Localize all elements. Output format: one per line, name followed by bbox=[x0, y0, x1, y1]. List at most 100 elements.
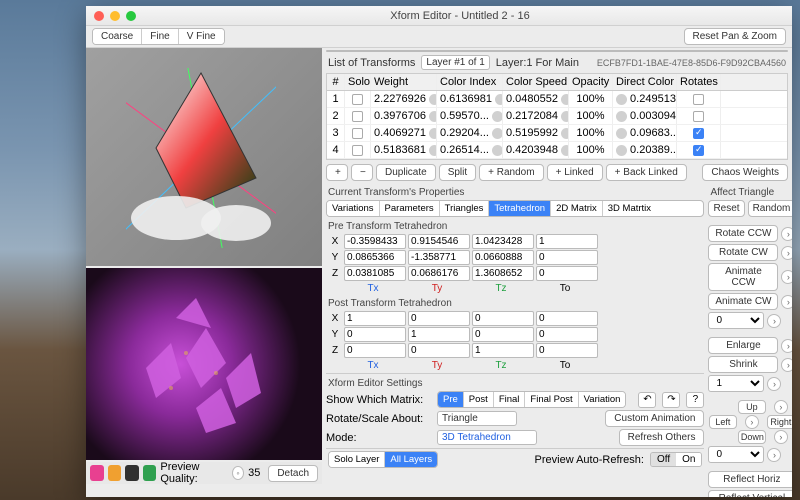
duplicate-button[interactable]: Duplicate bbox=[376, 164, 436, 181]
quality-stepper[interactable]: ◦ bbox=[232, 466, 244, 480]
palette-icon-1[interactable] bbox=[90, 465, 104, 481]
matrix-cell[interactable] bbox=[344, 311, 406, 326]
animate-ccw-button[interactable]: Animate CCW bbox=[708, 263, 778, 291]
palette-icon-4[interactable] bbox=[143, 465, 157, 481]
move-down-button[interactable]: Down bbox=[738, 430, 766, 444]
stepper-icon[interactable]: › bbox=[781, 227, 792, 241]
matrix-cell[interactable] bbox=[408, 266, 470, 281]
matrix-cell[interactable] bbox=[408, 250, 470, 265]
col-colorspeed[interactable]: Color Speed bbox=[503, 74, 569, 90]
footer-solo-layer[interactable]: Solo Layer bbox=[329, 452, 385, 467]
animate-cw-button[interactable]: Animate CW bbox=[708, 293, 778, 310]
move-left-button[interactable]: Left bbox=[709, 415, 737, 429]
col-weight[interactable]: Weight bbox=[371, 74, 437, 90]
table-row[interactable]: 30.4069271 0.29204... 0.5195992 100% 0.0… bbox=[327, 125, 787, 142]
matrix-cell[interactable] bbox=[408, 327, 470, 342]
col-num[interactable]: # bbox=[327, 74, 345, 90]
help-icon[interactable]: ? bbox=[686, 392, 704, 408]
col-solo[interactable]: Solo bbox=[345, 74, 371, 90]
autorefresh-toggle[interactable]: Off On bbox=[650, 452, 703, 467]
affect-reset[interactable]: Reset bbox=[708, 200, 744, 217]
palette-icon-2[interactable] bbox=[108, 465, 122, 481]
table-row[interactable]: 12.2276926 0.6136981 0.0480552 100% 0.24… bbox=[327, 91, 787, 108]
reset-pan-zoom-button[interactable]: Reset Pan & Zoom bbox=[684, 28, 786, 45]
tab-designer[interactable]: Designer bbox=[659, 51, 723, 52]
remove-button[interactable]: − bbox=[351, 164, 373, 181]
random-button[interactable]: + Random bbox=[479, 164, 543, 181]
matrix-cell[interactable] bbox=[408, 234, 470, 249]
tab-viewport[interactable]: Viewport bbox=[531, 51, 595, 52]
show-post[interactable]: Post bbox=[464, 392, 494, 407]
tab-transforms[interactable]: Transforms bbox=[327, 51, 391, 52]
backlinked-button[interactable]: + Back Linked bbox=[606, 164, 687, 181]
footer-all-layers[interactable]: All Layers bbox=[385, 452, 437, 467]
zoom-fine[interactable]: Fine bbox=[142, 29, 178, 44]
matrix-cell[interactable] bbox=[536, 327, 598, 342]
matrix-cell[interactable] bbox=[408, 343, 470, 358]
shrink-button[interactable]: Shrink bbox=[708, 356, 778, 373]
move-right-button[interactable]: Right bbox=[767, 415, 792, 429]
matrix-cell[interactable] bbox=[472, 311, 534, 326]
matrix-cell[interactable] bbox=[344, 327, 406, 342]
enlarge-button[interactable]: Enlarge bbox=[708, 337, 778, 354]
reflect-vert-button[interactable]: Reflect Vertical bbox=[708, 490, 792, 497]
tab-composites[interactable]: Composites bbox=[724, 51, 787, 52]
col-rotates[interactable]: Rotates bbox=[677, 74, 721, 90]
col-directcolor[interactable]: Direct Color bbox=[613, 74, 677, 90]
move-value-select[interactable]: 0 bbox=[708, 446, 764, 463]
matrix-cell[interactable] bbox=[472, 250, 534, 265]
scale-value-select[interactable]: 1 bbox=[708, 375, 764, 392]
rotate-about-select[interactable]: Triangle bbox=[437, 411, 517, 426]
rotate-value-select[interactable]: 0 bbox=[708, 312, 764, 329]
mode-select[interactable]: 3D Tetrahedron bbox=[437, 430, 537, 445]
move-up-button[interactable]: Up bbox=[738, 400, 766, 414]
matrix-cell[interactable] bbox=[536, 234, 598, 249]
show-final[interactable]: Final bbox=[494, 392, 526, 407]
matrix-cell[interactable] bbox=[344, 266, 406, 281]
subtab-parameters[interactable]: Parameters bbox=[380, 201, 440, 216]
palette-icon-3[interactable] bbox=[125, 465, 139, 481]
subtab-tetrahedron[interactable]: Tetrahedron bbox=[489, 201, 551, 216]
matrix-cell[interactable] bbox=[472, 234, 534, 249]
rotate-ccw-button[interactable]: Rotate CCW bbox=[708, 225, 778, 242]
matrix-cell[interactable] bbox=[472, 266, 534, 281]
custom-animation-button[interactable]: Custom Animation bbox=[605, 410, 704, 427]
close-icon[interactable] bbox=[94, 11, 104, 21]
linked-button[interactable]: + Linked bbox=[547, 164, 603, 181]
detach-button[interactable]: Detach bbox=[268, 465, 318, 482]
matrix-cell[interactable] bbox=[536, 343, 598, 358]
zoom-vfine[interactable]: V Fine bbox=[179, 29, 224, 44]
col-opacity[interactable]: Opacity bbox=[569, 74, 613, 90]
subtab-3dmatrix[interactable]: 3D Matrtix bbox=[603, 201, 656, 216]
matrix-cell[interactable] bbox=[472, 343, 534, 358]
show-finalpost[interactable]: Final Post bbox=[525, 392, 578, 407]
table-row[interactable]: 20.3976706 0.59570... 0.2172084 100% 0.0… bbox=[327, 108, 787, 125]
matrix-cell[interactable] bbox=[344, 234, 406, 249]
reflect-horiz-button[interactable]: Reflect Horiz bbox=[708, 471, 792, 488]
show-pre[interactable]: Pre bbox=[438, 392, 464, 407]
col-colorindex[interactable]: Color Index bbox=[437, 74, 503, 90]
matrix-cell[interactable] bbox=[536, 266, 598, 281]
matrix-cell[interactable] bbox=[536, 250, 598, 265]
add-button[interactable]: + bbox=[326, 164, 348, 181]
tab-final-xforms[interactable]: Final Xforms bbox=[391, 51, 456, 52]
matrix-cell[interactable] bbox=[472, 327, 534, 342]
tab-flam3[interactable]: Flam3 bbox=[595, 51, 659, 52]
matrix-cell[interactable] bbox=[344, 250, 406, 265]
layer-dropdown[interactable]: Layer #1 of 1 bbox=[421, 55, 489, 70]
redo-icon[interactable]: ↷ bbox=[662, 392, 680, 408]
table-row[interactable]: 40.5183681 0.26514... 0.4203948 100% 0.2… bbox=[327, 142, 787, 159]
refresh-others-button[interactable]: Refresh Others bbox=[619, 429, 705, 446]
zoom-coarse[interactable]: Coarse bbox=[93, 29, 142, 44]
matrix-cell[interactable] bbox=[536, 311, 598, 326]
subtab-variations[interactable]: Variations bbox=[327, 201, 380, 216]
chaos-weights-button[interactable]: Chaos Weights bbox=[702, 164, 788, 181]
matrix-cell[interactable] bbox=[408, 311, 470, 326]
subtab-triangles[interactable]: Triangles bbox=[440, 201, 490, 216]
show-variation[interactable]: Variation bbox=[579, 392, 626, 407]
affect-random[interactable]: Random bbox=[748, 200, 792, 217]
rotate-cw-button[interactable]: Rotate CW bbox=[708, 244, 778, 261]
fractal-preview[interactable] bbox=[86, 268, 322, 460]
split-button[interactable]: Split bbox=[439, 164, 476, 181]
tab-flame-params[interactable]: Flame Params bbox=[457, 51, 531, 52]
